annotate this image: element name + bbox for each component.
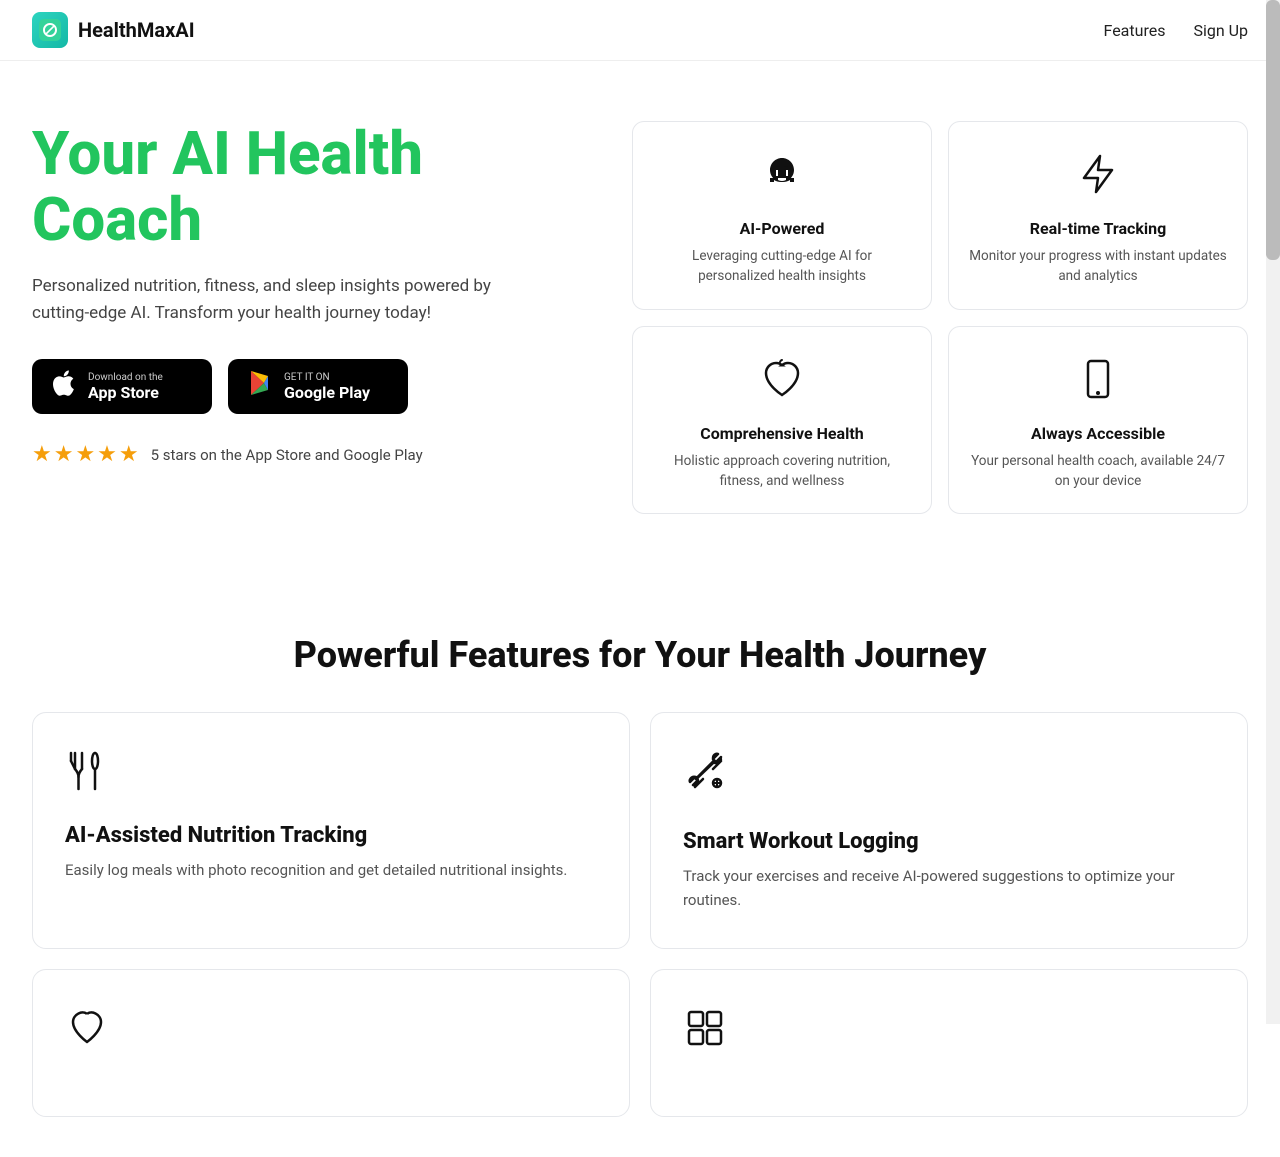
star-icons: ★★★★★ [32,442,141,467]
google-play-big-text: Google Play [284,383,370,402]
feature-title-1: Smart Workout Logging [683,829,1215,854]
partial-icon-1 [65,1006,597,1060]
google-play-small-text: GET IT ON [284,372,370,383]
app-store-text: Download on the App Store [88,372,163,402]
mini-feature-desc-0: Leveraging cutting-edge AI for personali… [653,246,911,287]
mini-feature-title-3: Always Accessible [1031,424,1165,443]
mini-feature-card-ai-powered: AI-Powered Leveraging cutting-edge AI fo… [632,121,932,310]
wrench-icon [683,749,1215,809]
mini-feature-desc-1: Monitor your progress with instant updat… [969,246,1227,287]
rating-row: ★★★★★ 5 stars on the App Store and Googl… [32,442,592,467]
hero-buttons: Download on the App Store GET IT ON Goo [32,359,592,414]
mini-feature-card-realtime: Real-time Tracking Monitor your progress… [948,121,1248,310]
mini-feature-title-0: AI-Powered [740,219,825,238]
feature-card-nutrition: AI-Assisted Nutrition Tracking Easily lo… [32,712,630,949]
bolt-icon [1074,150,1122,205]
mini-feature-title-1: Real-time Tracking [1030,219,1166,238]
hero-section: Your AI HealthCoach Personalized nutriti… [0,61,1280,554]
hero-heading: Your AI HealthCoach [32,121,592,253]
apple-health-icon [758,355,806,410]
mobile-icon [1074,355,1122,410]
section-divider [0,554,1280,614]
brand-title: HealthMaxAI [78,18,195,42]
mini-feature-card-accessible: Always Accessible Your personal health c… [948,326,1248,515]
app-store-big-text: App Store [88,383,163,402]
feature-card-workout: Smart Workout Logging Track your exercis… [650,712,1248,949]
google-play-text: GET IT ON Google Play [284,372,370,402]
mini-feature-title-2: Comprehensive Health [700,424,863,443]
feature-title-0: AI-Assisted Nutrition Tracking [65,823,597,848]
fork-knife-icon [65,749,597,803]
feature-desc-0: Easily log meals with photo recognition … [65,858,597,882]
nav-signup[interactable]: Sign Up [1193,21,1248,40]
features-heading: Powerful Features for Your Health Journe… [32,634,1248,676]
hero-feature-cards: AI-Powered Leveraging cutting-edge AI fo… [632,121,1248,514]
mini-feature-desc-2: Holistic approach covering nutrition, fi… [653,451,911,492]
apple-icon [50,369,78,404]
rating-text: 5 stars on the App Store and Google Play [151,446,423,464]
nav-features[interactable]: Features [1104,21,1166,40]
nav-links: Features Sign Up [1104,21,1248,40]
google-play-icon [246,369,274,404]
feature-card-partial-2 [650,969,1248,1117]
brain-icon [758,150,806,205]
mini-feature-desc-3: Your personal health coach, available 24… [969,451,1227,492]
partial-icon-2 [683,1006,1215,1060]
feature-desc-1: Track your exercises and receive AI-powe… [683,864,1215,912]
google-play-button[interactable]: GET IT ON Google Play [228,359,408,414]
page-scrollbar[interactable] [1266,0,1280,1024]
features-section: Powerful Features for Your Health Journe… [0,614,1280,1157]
brand-logo [32,12,68,48]
app-store-small-text: Download on the [88,372,163,383]
hero-subtext: Personalized nutrition, fitness, and sle… [32,273,532,327]
feature-card-partial-1 [32,969,630,1117]
mini-feature-card-health: Comprehensive Health Holistic approach c… [632,326,932,515]
navbar: HealthMaxAI Features Sign Up [0,0,1280,61]
features-grid: AI-Assisted Nutrition Tracking Easily lo… [32,712,1248,1117]
scrollbar-thumb[interactable] [1266,0,1280,260]
hero-left: Your AI HealthCoach Personalized nutriti… [32,121,592,467]
app-store-button[interactable]: Download on the App Store [32,359,212,414]
brand: HealthMaxAI [32,12,195,48]
